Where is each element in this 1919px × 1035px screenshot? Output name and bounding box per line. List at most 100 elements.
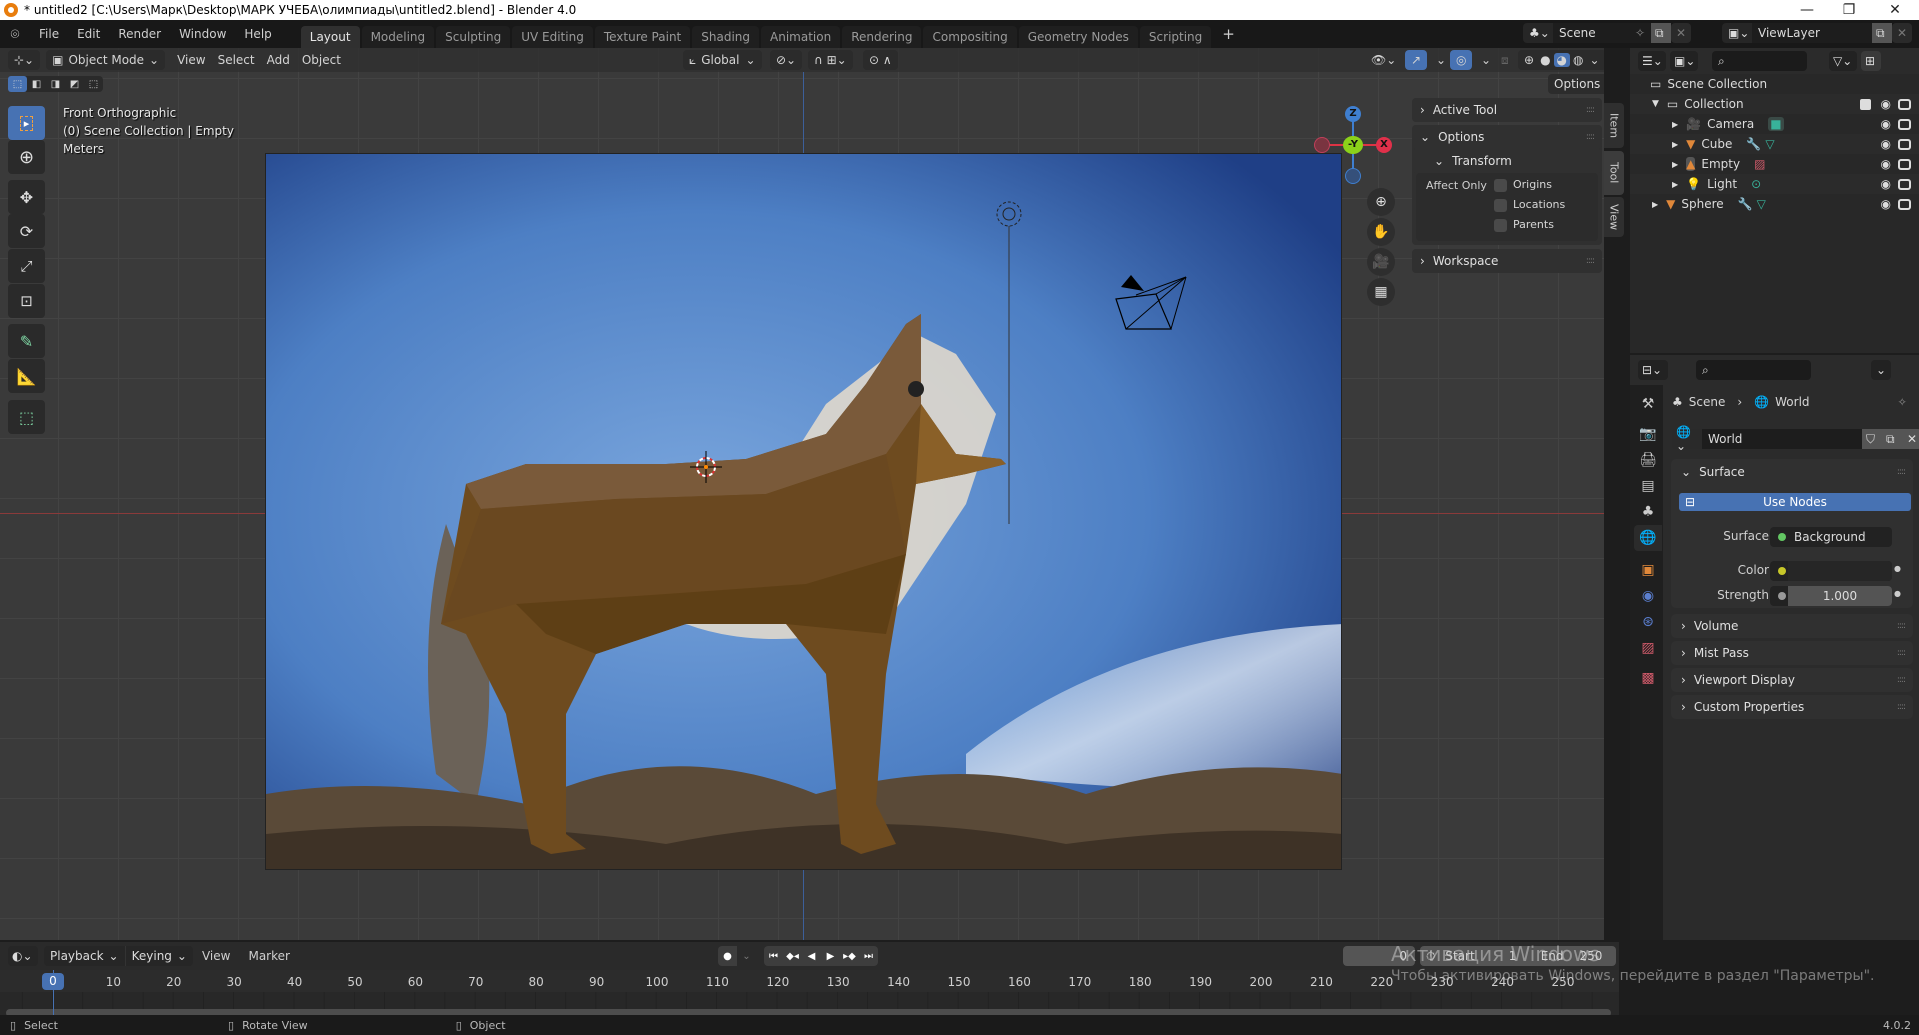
tab-data-icon[interactable]: ▨ (1634, 635, 1662, 661)
light-data-icon[interactable]: ⊙ (1751, 177, 1761, 191)
workspace-panel-header[interactable]: › Workspace:::: (1412, 249, 1602, 273)
gizmo-neg-x-axis[interactable] (1314, 137, 1330, 153)
tool-add-cube[interactable]: ⬚ (8, 400, 45, 434)
active-tool-panel-header[interactable]: › Active Tool:::: (1412, 98, 1602, 122)
editor-type-icon[interactable]: ⊹⌄ (8, 50, 41, 70)
camera-view-icon[interactable]: 🎥 (1367, 248, 1395, 276)
pan-view-icon[interactable]: ✋ (1367, 218, 1395, 246)
3d-viewport[interactable]: ⊹⌄ ▣ Object Mode ⌄ View Select Add Objec… (0, 48, 1604, 940)
next-keyframe-icon[interactable]: ▸◆ (840, 946, 859, 966)
outliner-search-input[interactable]: ⌕ (1712, 51, 1807, 71)
tab-shading[interactable]: Shading (692, 26, 759, 48)
color-field[interactable] (1770, 561, 1892, 581)
mode-selector[interactable]: ▣ Object Mode ⌄ (46, 50, 166, 70)
surface-panel-header[interactable]: ⌄ Surface:::: (1671, 459, 1913, 485)
modifier-wrench-icon[interactable]: 🔧 (1738, 197, 1753, 211)
outliner-item-cube[interactable]: ▶ ▼ Cube 🔧 ▽ ◉ (1630, 134, 1919, 154)
select-extend-icon[interactable]: ◧ (27, 76, 46, 92)
xray-icon[interactable]: ⧈ (1495, 50, 1515, 70)
scene-selector[interactable]: ♣⌄ Scene ✧ ⧉ ✕ (1523, 23, 1691, 43)
world-browse-icon[interactable]: 🌐⌄ (1672, 425, 1702, 453)
pin-icon[interactable]: ✧ (1897, 395, 1907, 409)
solid-shading-icon[interactable]: ● (1537, 53, 1553, 67)
tab-output-icon[interactable]: 🖨 (1634, 447, 1662, 473)
menu-view[interactable]: View (171, 50, 211, 70)
scene-icon[interactable]: ♣⌄ (1523, 23, 1553, 43)
origins-checkbox[interactable]: Origins (1494, 178, 1552, 192)
outliner-editor-type-icon[interactable]: ☰⌄ (1638, 51, 1666, 71)
mesh-data-icon[interactable]: ▽ (1765, 137, 1774, 151)
strength-value[interactable]: 1.000 (1788, 586, 1892, 606)
gizmo-y-axis[interactable]: -Y (1343, 136, 1363, 154)
tab-uv-editing[interactable]: UV Editing (512, 26, 593, 48)
modifier-wrench-icon[interactable]: 🔧 (1746, 137, 1761, 151)
timeline[interactable]: ◐⌄ Playback ⌄ Keying ⌄ View Marker ● ⌄ ⏮ ◆… (0, 942, 1619, 1017)
color-swatch[interactable] (1788, 561, 1892, 581)
timeline-menu-marker[interactable]: Marker (239, 949, 298, 963)
play-icon[interactable]: ▶ (821, 946, 840, 966)
strength-field[interactable]: 1.000 (1770, 586, 1892, 606)
maximize-button[interactable]: ❐ (1826, 0, 1872, 20)
mesh-data-icon[interactable]: ▽ (1757, 197, 1766, 211)
tab-scripting[interactable]: Scripting (1139, 26, 1212, 48)
menu-edit[interactable]: Edit (68, 27, 109, 41)
pin-icon[interactable]: ✧ (1635, 26, 1645, 40)
rendered-shading-icon[interactable]: ◍ (1570, 53, 1586, 67)
outliner-item-camera[interactable]: ▶ 🎥 Camera ■ ◉ (1630, 114, 1919, 134)
tab-sculpting[interactable]: Sculpting (436, 26, 511, 48)
delete-scene-icon[interactable]: ✕ (1671, 23, 1691, 43)
mist-pass-panel[interactable]: › Mist Pass:::: (1671, 641, 1913, 665)
navigation-gizmo[interactable]: Z -Y X (1312, 104, 1392, 184)
eye-icon[interactable]: ◉ (1881, 177, 1891, 191)
tab-scene-icon[interactable]: ♣ (1634, 499, 1662, 525)
menu-object[interactable]: Object (296, 50, 347, 70)
tab-constraints-icon[interactable]: ⊛ (1634, 609, 1662, 635)
viewlayer-selector[interactable]: ▣⌄ ViewLayer ⧉ ✕ (1722, 23, 1912, 43)
outliner-item-collection[interactable]: ▼ ▭ Collection ◉ (1630, 94, 1919, 114)
zoom-view-icon[interactable]: ⊕ (1367, 188, 1395, 216)
properties-editor-type-icon[interactable]: ⊟⌄ (1638, 360, 1668, 380)
snap-icon[interactable]: ∩ ⊞⌄ (808, 50, 853, 70)
menu-window[interactable]: Window (170, 27, 235, 41)
wireframe-shading-icon[interactable]: ⊕ (1521, 53, 1537, 67)
viewlayer-name[interactable]: ViewLayer (1752, 23, 1872, 43)
options-panel-header[interactable]: ⌄ Options:::: (1412, 125, 1602, 149)
menu-add[interactable]: Add (261, 50, 296, 70)
menu-help[interactable]: Help (235, 27, 280, 41)
new-world-icon[interactable]: ⧉ (1882, 429, 1902, 449)
unlink-world-icon[interactable]: ✕ (1902, 429, 1919, 449)
tool-rotate[interactable]: ⟳ (8, 214, 45, 248)
surface-shader-field[interactable]: Background (1770, 527, 1892, 547)
menu-file[interactable]: File (30, 27, 68, 41)
new-scene-icon[interactable]: ⧉ (1651, 23, 1671, 43)
select-invert-icon[interactable]: ◩ (65, 76, 84, 92)
render-camera-icon[interactable] (1898, 118, 1911, 130)
transform-orientation[interactable]: ⟀ Global ⌄ (683, 50, 762, 70)
menu-select[interactable]: Select (212, 50, 261, 70)
jump-start-icon[interactable]: ⏮ (764, 946, 783, 966)
eye-icon[interactable]: ◉ (1881, 197, 1891, 211)
transform-subpanel-header[interactable]: ⌄ Transform (1412, 149, 1602, 173)
minimize-button[interactable]: — (1784, 0, 1830, 20)
viewport-display-panel[interactable]: › Viewport Display:::: (1671, 668, 1913, 692)
outliner-item-sphere[interactable]: ▶ ▼ Sphere 🔧 ▽ ◉ (1630, 194, 1919, 214)
properties-options-chevron[interactable]: ⌄ (1871, 360, 1891, 380)
playback-menu[interactable]: Playback ⌄ (44, 946, 125, 966)
eye-icon[interactable]: ◉ (1881, 137, 1891, 151)
tool-scale[interactable]: ⤢ (8, 249, 45, 283)
properties-search-input[interactable]: ⌕ (1696, 360, 1811, 380)
blender-menu-icon[interactable]: ⌾ (0, 25, 30, 43)
select-subtract-icon[interactable]: ◨ (46, 76, 65, 92)
world-datablock-selector[interactable]: 🌐⌄ World ⛉ ⧉ ✕ (1672, 425, 1919, 453)
sidebar-tab-tool[interactable]: Tool (1604, 151, 1624, 195)
render-camera-icon[interactable] (1898, 158, 1911, 170)
tab-tool-icon[interactable]: ⚒ (1634, 391, 1662, 417)
tab-animation[interactable]: Animation (761, 26, 841, 48)
timeline-menu-view[interactable]: View (193, 949, 239, 963)
outliner-item-empty[interactable]: ▶ ▲ Empty ▨ ◉ (1630, 154, 1919, 174)
outliner-scene-collection[interactable]: ▭ Scene Collection (1630, 74, 1919, 94)
tab-compositing[interactable]: Compositing (923, 26, 1017, 48)
material-preview-icon[interactable]: ◕ (1553, 53, 1571, 67)
overlays-toggle-icon[interactable]: ◎ (1450, 50, 1473, 70)
image-data-icon[interactable]: ▨ (1754, 157, 1765, 171)
